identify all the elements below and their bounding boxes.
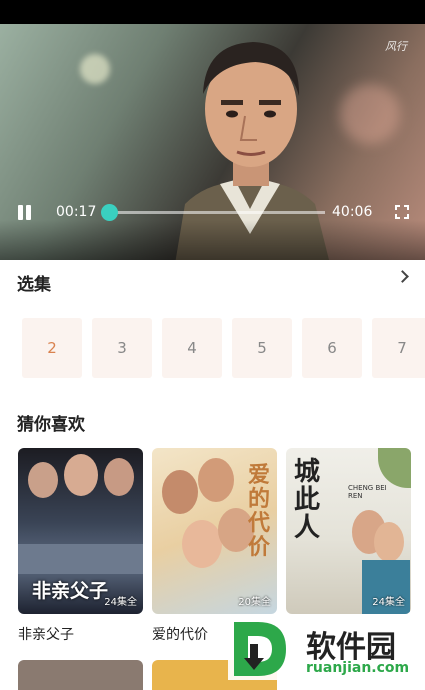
episode-count-badge: 24集全 xyxy=(372,597,405,608)
card-caption[interactable]: 爱的代价 xyxy=(152,624,208,644)
poster-face xyxy=(374,522,404,562)
recommend-card[interactable]: 城此人 CHENG BEI REN 24集全 xyxy=(286,448,411,614)
episode-count-badge: 20集全 xyxy=(238,597,271,608)
episode-item[interactable]: 6 xyxy=(302,318,362,378)
pause-icon[interactable] xyxy=(16,205,32,221)
status-bar xyxy=(0,0,425,24)
background-bokeh xyxy=(80,54,110,84)
poster-face xyxy=(28,462,58,498)
recommend-card-partial[interactable] xyxy=(18,660,143,690)
recommend-card[interactable]: 爱的代价 20集全 xyxy=(152,448,277,614)
episodes-title: 选集 xyxy=(17,275,51,295)
site-watermark: 软件园 ruanjian.com xyxy=(228,618,425,680)
progress-knob[interactable] xyxy=(101,204,118,221)
recommend-title: 猜你喜欢 xyxy=(17,415,85,435)
progress-track[interactable] xyxy=(109,211,325,214)
poster-title: 爱的代价 xyxy=(248,463,271,560)
background-bokeh xyxy=(340,84,400,144)
video-watermark: 风行 xyxy=(385,40,407,53)
poster-face xyxy=(162,470,198,514)
site-domain: ruanjian.com xyxy=(306,660,410,676)
episode-list: 2 3 4 5 6 7 xyxy=(22,318,425,378)
poster-title: 城此人 xyxy=(294,457,321,543)
episode-count-badge: 24集全 xyxy=(104,597,137,608)
poster-leaves xyxy=(378,448,411,488)
video-player[interactable]: 风行 xyxy=(0,24,425,260)
player-controls xyxy=(0,220,425,260)
poster-title: 非亲父子 xyxy=(32,580,109,602)
episode-item[interactable]: 2 xyxy=(22,318,82,378)
episode-item[interactable]: 3 xyxy=(92,318,152,378)
poster-face xyxy=(104,458,134,496)
recommend-card[interactable]: 非亲父子 24集全 xyxy=(18,448,143,614)
episode-item[interactable]: 4 xyxy=(162,318,222,378)
poster-city xyxy=(18,544,143,574)
fullscreen-icon[interactable] xyxy=(395,205,409,219)
episode-item[interactable]: 5 xyxy=(232,318,292,378)
card-caption[interactable]: 非亲父子 xyxy=(18,624,74,644)
duration-time: 40:06 xyxy=(332,204,373,220)
site-logo-icon xyxy=(234,622,286,676)
current-time: 00:17 xyxy=(56,204,97,220)
poster-face xyxy=(64,454,98,496)
chevron-right-icon[interactable] xyxy=(396,270,409,283)
poster-face xyxy=(198,458,234,502)
episode-item[interactable]: 7 xyxy=(372,318,425,378)
poster-face xyxy=(182,520,222,568)
poster-subtitle: CHENG BEI REN xyxy=(348,484,387,500)
